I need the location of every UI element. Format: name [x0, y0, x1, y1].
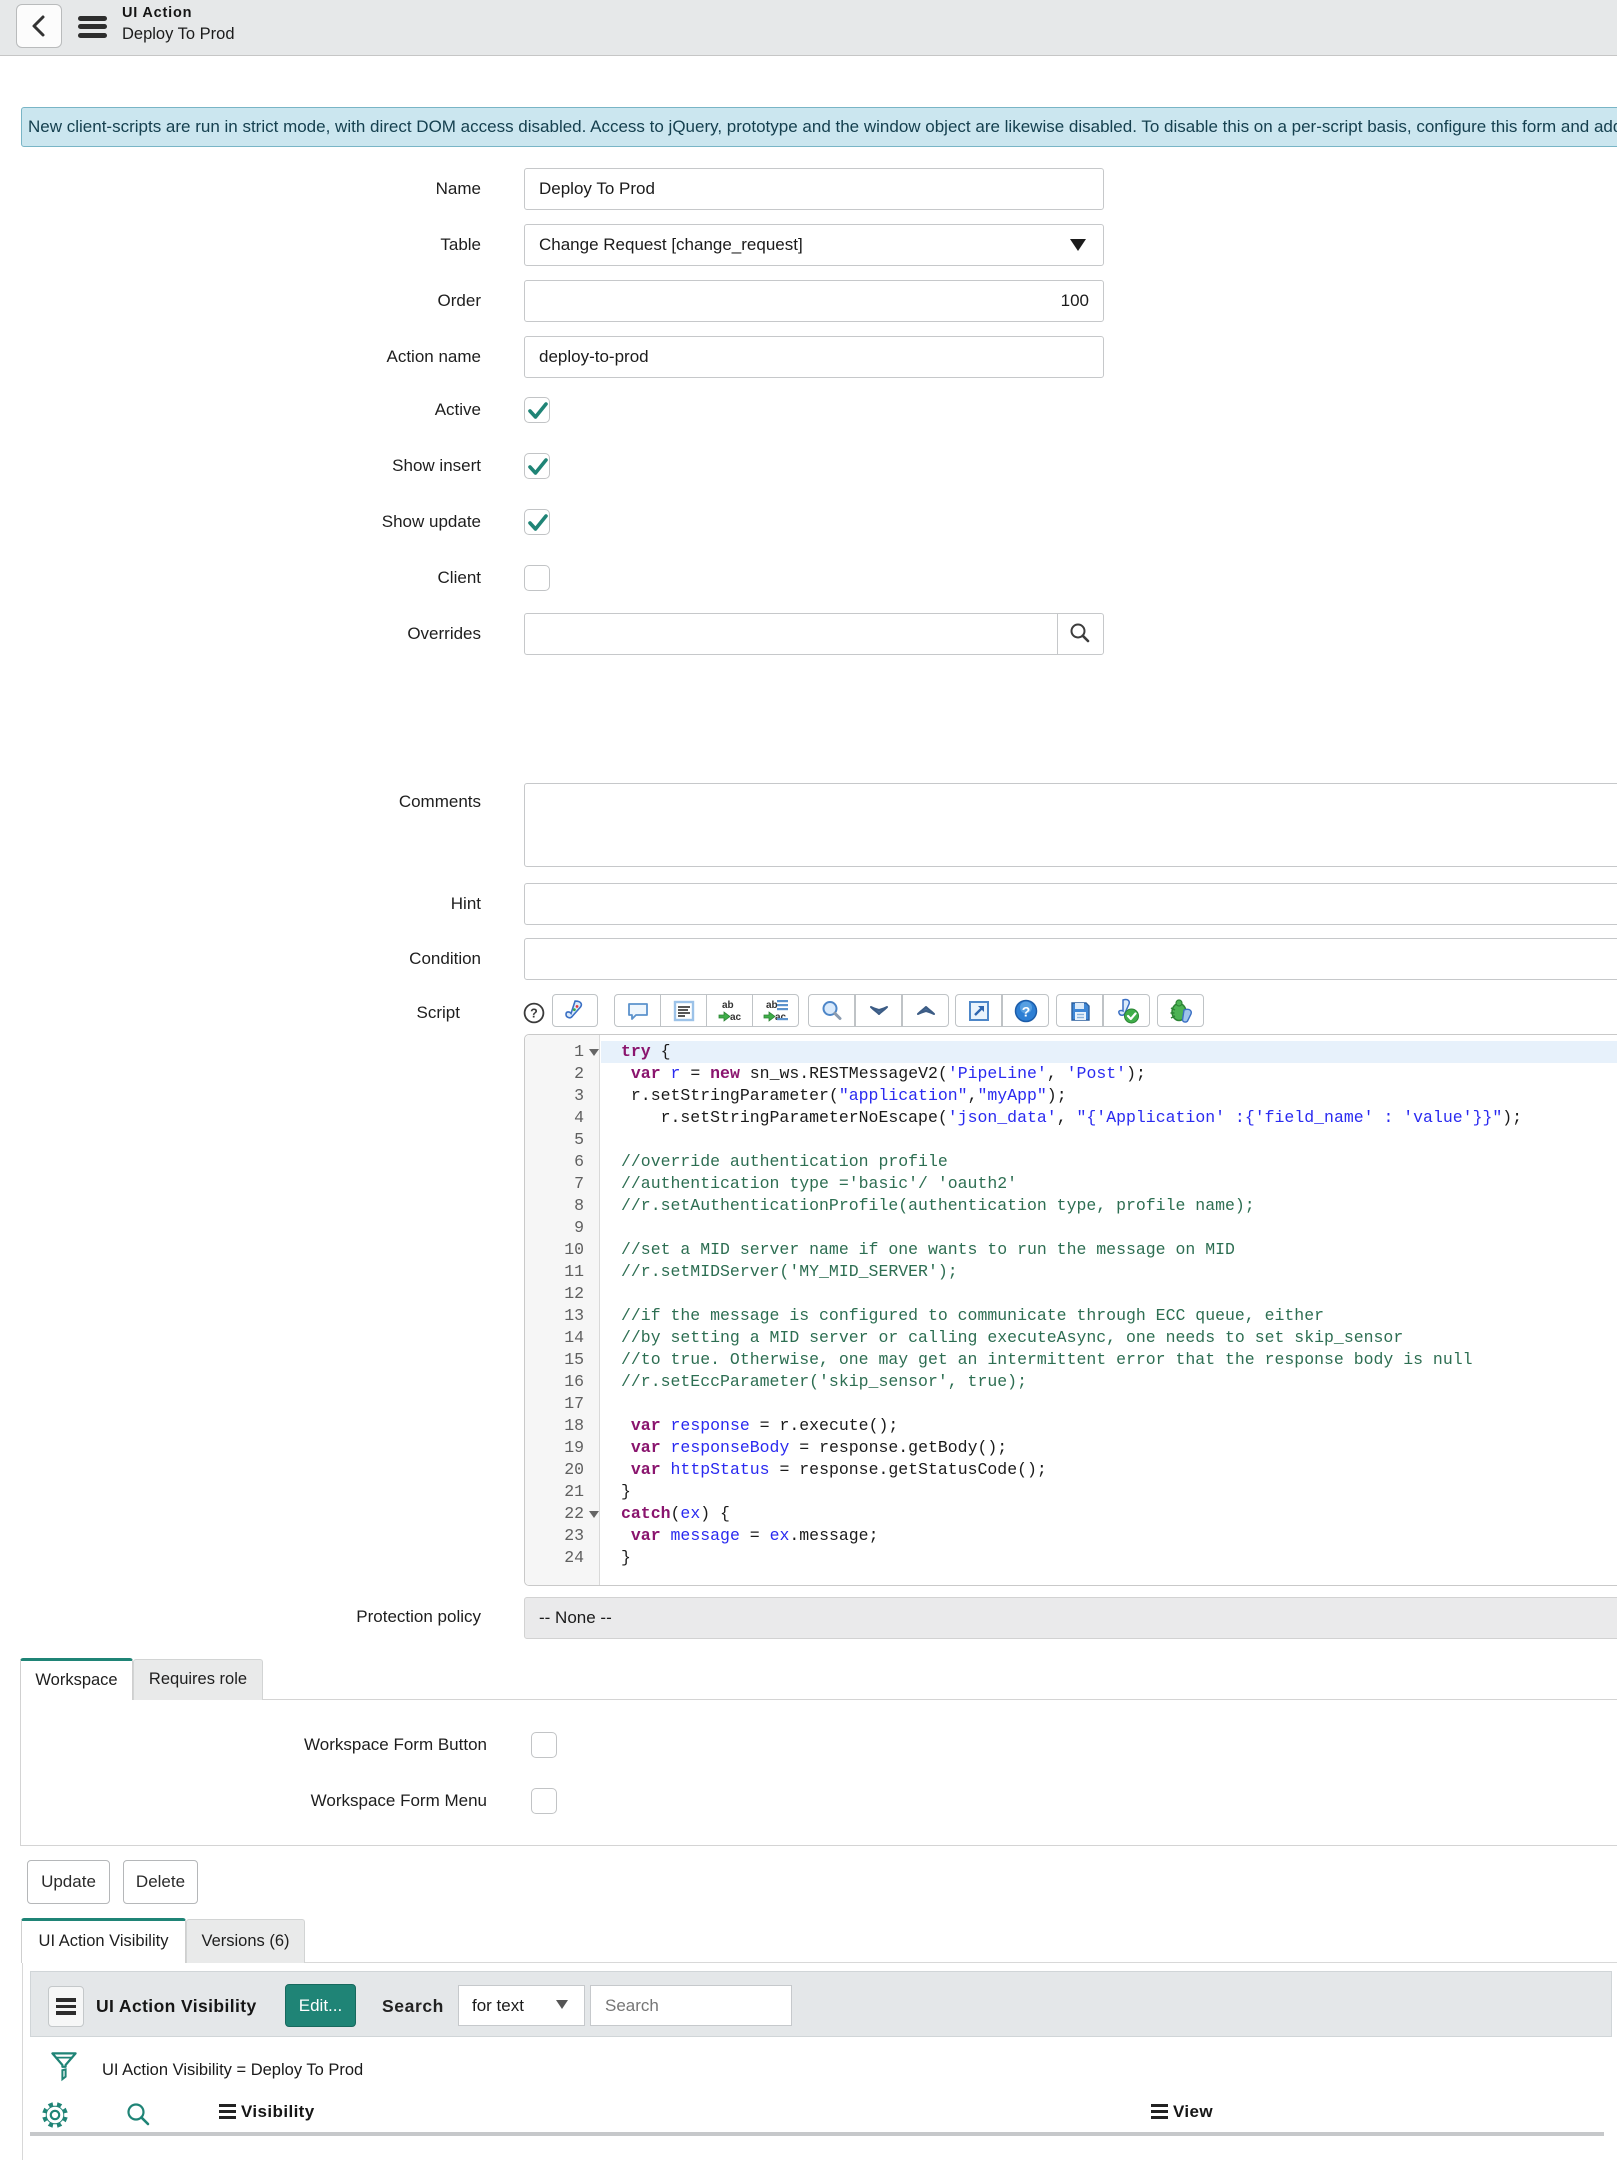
svg-text:ab: ab	[722, 1000, 734, 1011]
svg-text:ac: ac	[730, 1012, 742, 1023]
svg-text:ac: ac	[775, 1012, 787, 1023]
svg-text:?: ?	[530, 1007, 538, 1021]
svg-text:?: ?	[1021, 1003, 1030, 1019]
svg-text:ab: ab	[766, 1000, 778, 1011]
